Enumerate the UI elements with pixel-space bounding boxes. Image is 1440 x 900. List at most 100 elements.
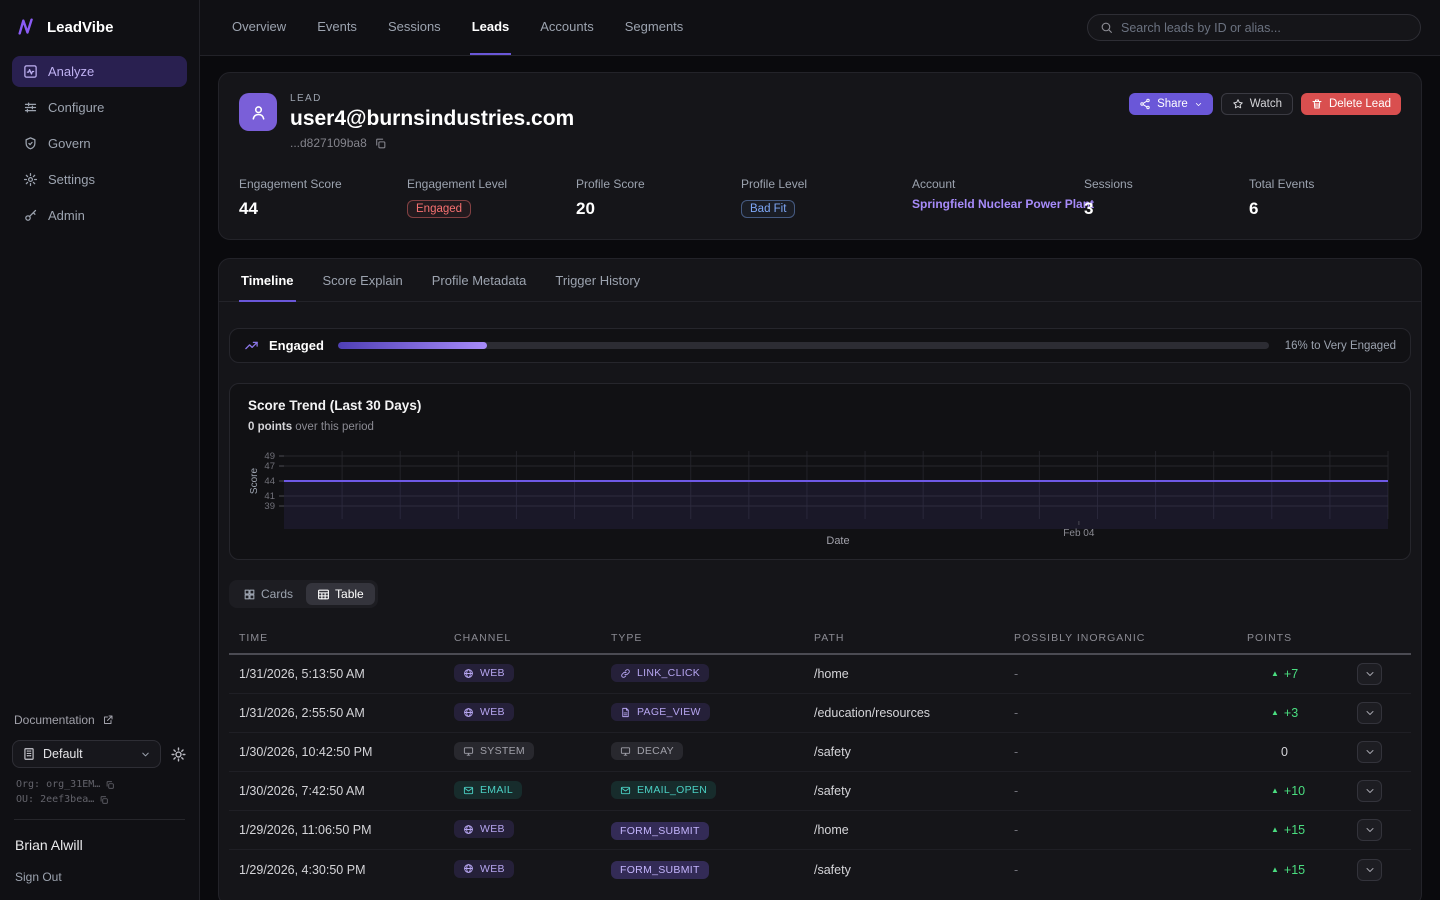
watch-label: Watch xyxy=(1250,98,1282,110)
type-badge: FORM_SUBMIT xyxy=(611,861,709,879)
shield-check-icon xyxy=(23,136,38,151)
stat-sessions: Sessions 3 xyxy=(1084,177,1249,219)
table-view-button[interactable]: Table xyxy=(306,583,375,605)
copy-ou-icon[interactable] xyxy=(99,795,109,805)
sidebar-footer: Documentation Default Org: org_31EM… OU:… xyxy=(12,713,187,884)
expand-row-button[interactable] xyxy=(1357,819,1382,841)
table-row[interactable]: 1/30/2026, 7:42:50 AM EMAIL EMAIL_OPEN /… xyxy=(229,772,1411,811)
stat-account: Account Springfield Nuclear Power Plant xyxy=(912,177,1084,219)
stat-total-events: Total Events 6 xyxy=(1249,177,1401,219)
tab-profile-metadata[interactable]: Profile Metadata xyxy=(430,259,529,302)
table-row[interactable]: 1/30/2026, 10:42:50 PM SYSTEM DECAY /saf… xyxy=(229,733,1411,772)
event-time: 1/30/2026, 10:42:50 PM xyxy=(239,745,454,759)
event-path: /education/resources xyxy=(814,706,1014,720)
points-up-arrow: ▲ xyxy=(1271,826,1279,834)
sign-out-link[interactable]: Sign Out xyxy=(12,870,187,884)
chevron-down-icon xyxy=(1364,707,1376,719)
watch-button[interactable]: Watch xyxy=(1221,93,1293,115)
expand-row-button[interactable] xyxy=(1357,859,1382,881)
search-input[interactable] xyxy=(1121,21,1408,35)
score-trend-panel: Score Trend (Last 30 Days) 0 points over… xyxy=(229,383,1411,560)
event-inorganic: - xyxy=(1014,745,1247,759)
sidebar-item-label: Govern xyxy=(48,136,91,151)
tab-events[interactable]: Events xyxy=(315,0,359,55)
channel-badge: WEB xyxy=(454,703,514,721)
sidebar-item-label: Configure xyxy=(48,100,104,115)
expand-row-button[interactable] xyxy=(1357,702,1382,724)
event-inorganic: - xyxy=(1014,667,1247,681)
type-badge: EMAIL_OPEN xyxy=(611,781,716,799)
tab-trigger-history[interactable]: Trigger History xyxy=(553,259,642,302)
channel-badge: EMAIL xyxy=(454,781,522,799)
link-icon xyxy=(620,668,631,679)
ou-id: OU: 2eef3bea… xyxy=(16,794,94,805)
expand-row-button[interactable] xyxy=(1357,741,1382,763)
sidebar-item-label: Admin xyxy=(48,208,85,223)
table-row[interactable]: 1/29/2026, 4:30:50 PM WEB FORM_SUBMIT /s… xyxy=(229,850,1411,889)
stat-profile-score: Profile Score 20 xyxy=(576,177,741,219)
event-inorganic: - xyxy=(1014,863,1247,877)
account-link[interactable]: Springfield Nuclear Power Plant xyxy=(912,197,1084,211)
chevron-down-icon xyxy=(1194,100,1203,109)
channel-badge: WEB xyxy=(454,664,514,682)
view-toggle: Cards Table xyxy=(229,580,378,608)
expand-row-button[interactable] xyxy=(1357,780,1382,802)
documentation-link[interactable]: Documentation xyxy=(12,713,187,740)
tab-timeline[interactable]: Timeline xyxy=(239,259,296,302)
event-inorganic: - xyxy=(1014,706,1247,720)
mail-icon xyxy=(463,785,474,796)
engagement-level-badge: Engaged xyxy=(407,200,471,218)
points-up-arrow: ▲ xyxy=(1271,709,1279,717)
chart-title: Score Trend (Last 30 Days) xyxy=(248,398,1392,413)
expand-row-button[interactable] xyxy=(1357,663,1382,685)
svg-text:47: 47 xyxy=(264,461,275,472)
event-inorganic: - xyxy=(1014,784,1247,798)
copy-lead-id-icon[interactable] xyxy=(374,137,387,150)
svg-text:41: 41 xyxy=(264,491,275,502)
table-row[interactable]: 1/31/2026, 2:55:50 AM WEB PAGE_VIEW /edu… xyxy=(229,694,1411,733)
col-time: TIME xyxy=(239,632,454,644)
workspace-select[interactable]: Default xyxy=(12,740,161,768)
cards-view-button[interactable]: Cards xyxy=(232,583,304,605)
delete-lead-button[interactable]: Delete Lead xyxy=(1301,93,1401,115)
theme-toggle-sun-icon[interactable] xyxy=(170,746,187,763)
org-id: Org: org_31EM… xyxy=(16,779,100,790)
main-area: Overview Events Sessions Leads Accounts … xyxy=(200,0,1440,900)
copy-org-icon[interactable] xyxy=(105,780,115,790)
sidebar-item-configure[interactable]: Configure xyxy=(12,92,187,123)
table-row[interactable]: 1/29/2026, 11:06:50 PM WEB FORM_SUBMIT /… xyxy=(229,811,1411,850)
col-path: PATH xyxy=(814,632,1014,644)
score-trend-chart: 3941444749Feb 04Score xyxy=(248,441,1392,541)
event-points: ▲+15 xyxy=(1247,823,1357,837)
building-icon xyxy=(22,747,36,761)
svg-text:Score: Score xyxy=(249,468,260,495)
event-points: ▲+7 xyxy=(1247,667,1357,681)
tab-segments[interactable]: Segments xyxy=(623,0,686,55)
sidebar-item-settings[interactable]: Settings xyxy=(12,164,187,195)
tab-overview[interactable]: Overview xyxy=(230,0,288,55)
table-row[interactable]: 1/31/2026, 5:13:50 AM WEB LINK_CLICK /ho… xyxy=(229,655,1411,694)
sidebar-item-govern[interactable]: Govern xyxy=(12,128,187,159)
event-path: /home xyxy=(814,823,1014,837)
share-button[interactable]: Share xyxy=(1129,93,1213,115)
globe-icon xyxy=(463,824,474,835)
type-badge: PAGE_VIEW xyxy=(611,703,710,721)
event-points: ▲+15 xyxy=(1247,863,1357,877)
tab-accounts[interactable]: Accounts xyxy=(538,0,595,55)
sidebar-item-admin[interactable]: Admin xyxy=(12,200,187,231)
tab-leads[interactable]: Leads xyxy=(470,0,512,55)
type-badge: DECAY xyxy=(611,742,683,760)
monitor-icon xyxy=(463,746,474,757)
gear-icon xyxy=(23,172,38,187)
stat-engagement-level: Engagement Level Engaged xyxy=(407,177,576,219)
sidebar-divider xyxy=(14,819,185,820)
stat-profile-level: Profile Level Bad Fit xyxy=(741,177,912,219)
event-path: /home xyxy=(814,667,1014,681)
engagement-progress-panel: Engaged 16% to Very Engaged xyxy=(229,328,1411,363)
monitor-icon xyxy=(620,746,631,757)
tab-sessions[interactable]: Sessions xyxy=(386,0,443,55)
delete-label: Delete Lead xyxy=(1329,98,1391,110)
tab-score-explain[interactable]: Score Explain xyxy=(321,259,405,302)
sidebar: LeadVibe Analyze Configure Govern Settin… xyxy=(0,0,200,900)
sidebar-item-analyze[interactable]: Analyze xyxy=(12,56,187,87)
